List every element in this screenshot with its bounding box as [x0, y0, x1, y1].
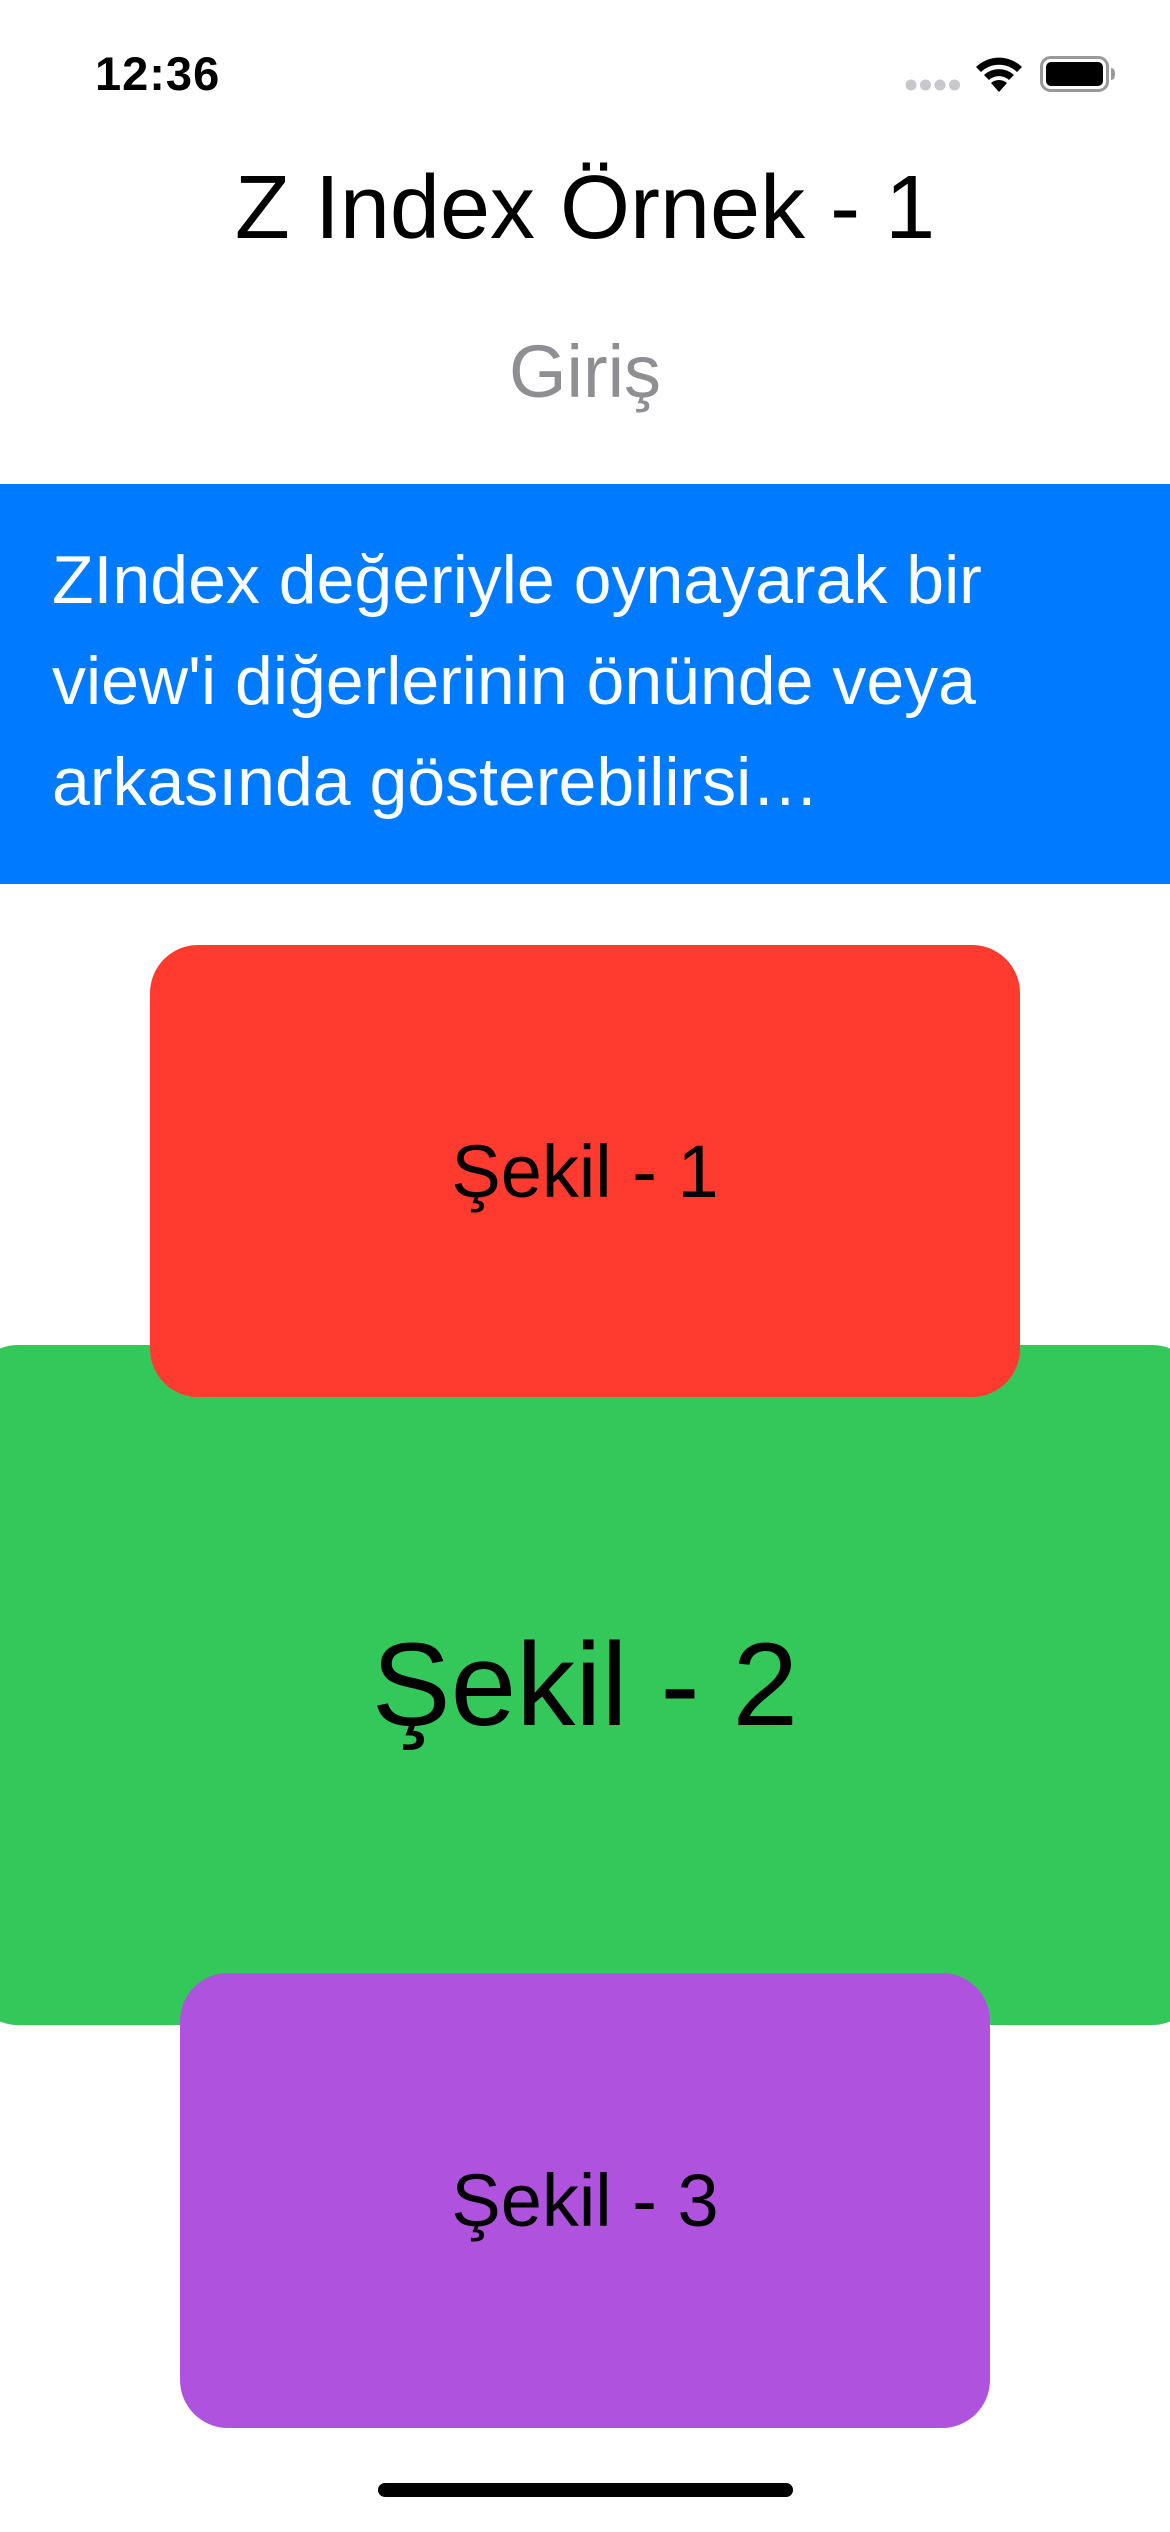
description-text: ZIndex değeriyle oynayarak bir view'i di…	[52, 542, 982, 820]
shape-2: Şekil - 2	[0, 1345, 1170, 2025]
wifi-icon	[976, 57, 1022, 92]
cellular-signal-icon	[905, 79, 960, 91]
shape-3-label: Şekil - 3	[451, 2159, 719, 2242]
shape-3: Şekil - 3	[180, 1973, 990, 2428]
page-title: Z Index Örnek - 1	[234, 158, 936, 258]
battery-icon	[1040, 56, 1115, 92]
shape-1: Şekil - 1	[150, 945, 1020, 1397]
shape-2-label: Şekil - 2	[371, 1619, 799, 1751]
shape-1-label: Şekil - 1	[451, 1129, 719, 1213]
home-indicator[interactable]	[378, 2483, 793, 2497]
status-bar: 12:36	[0, 0, 1170, 140]
screen: 12:36 Z Index Örnek - 1 Giriş ZIndex değ…	[0, 0, 1170, 2532]
status-time: 12:36	[95, 47, 221, 100]
page-subtitle: Giriş	[508, 330, 662, 413]
